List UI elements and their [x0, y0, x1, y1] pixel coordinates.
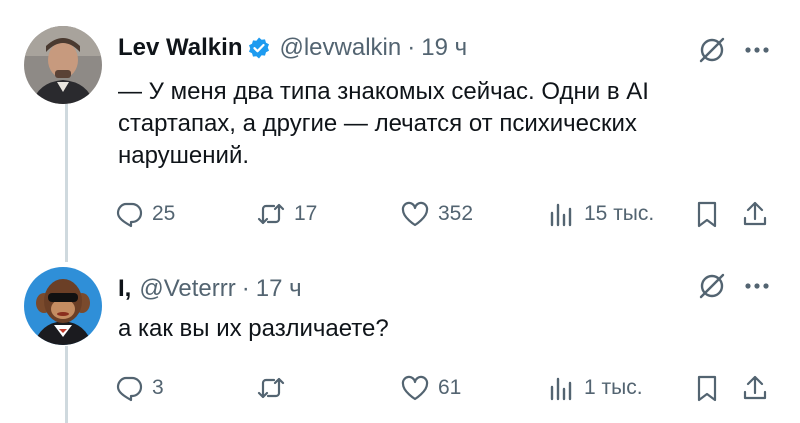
bookmark-button[interactable]	[692, 196, 722, 232]
bookmark-icon	[697, 375, 717, 402]
like-button[interactable]: 352	[400, 196, 473, 232]
repost-button[interactable]: 17	[256, 196, 317, 232]
repost-count: 17	[294, 202, 318, 225]
author-handle[interactable]: @Veterrr	[139, 275, 235, 303]
like-count: 352	[438, 202, 474, 225]
share-button[interactable]	[740, 196, 770, 232]
tweet[interactable]: Lev Walkin @levwalkin · 19 ч — У меня дв…	[0, 0, 800, 262]
like-icon	[401, 375, 429, 401]
author-name[interactable]: I,	[118, 275, 131, 303]
like-icon	[401, 201, 429, 227]
bookmark-icon	[697, 201, 717, 228]
bookmark-button[interactable]	[692, 370, 722, 406]
avatar[interactable]	[24, 26, 102, 104]
share-icon	[743, 375, 767, 400]
view-count: 1 тыс.	[584, 376, 643, 399]
reply-count: 25	[152, 202, 176, 225]
reply-count: 3	[152, 376, 164, 399]
more-options-icon[interactable]	[740, 270, 774, 302]
reply-icon	[116, 376, 143, 402]
share-icon	[743, 201, 767, 226]
timestamp[interactable]: 19 ч	[421, 34, 467, 62]
more-options-icon[interactable]	[740, 34, 774, 66]
like-count: 61	[438, 376, 462, 399]
grok-icon[interactable]	[696, 34, 728, 66]
repost-icon	[257, 377, 285, 399]
tweet-actions: 3 61 1 тыс.	[0, 370, 800, 406]
tweet-header: I, @Veterrr · 17 ч	[118, 275, 302, 303]
tweet-actions: 25 17 352 15 тыс.	[0, 196, 800, 232]
reply-button[interactable]: 3	[114, 370, 164, 406]
avatar-photo	[24, 267, 102, 345]
author-name[interactable]: Lev Walkin	[118, 34, 242, 62]
views-icon	[550, 203, 572, 227]
views-button[interactable]: 1 тыс.	[546, 370, 643, 406]
verified-badge-icon	[247, 36, 271, 60]
tweet-text: — У меня два типа знакомых сейчас. Одни …	[118, 78, 649, 169]
meta-separator: ·	[407, 34, 416, 61]
reply-button[interactable]: 25	[114, 196, 175, 232]
avatar-photo	[24, 26, 102, 104]
tweet[interactable]: I, @Veterrr · 17 ч а как вы их различает…	[0, 262, 800, 423]
views-button[interactable]: 15 тыс.	[546, 196, 654, 232]
grok-icon[interactable]	[696, 270, 728, 302]
repost-icon	[257, 203, 285, 225]
reply-icon	[116, 202, 143, 228]
tweet-header: Lev Walkin @levwalkin · 19 ч	[118, 34, 467, 62]
share-button[interactable]	[740, 370, 770, 406]
repost-button[interactable]	[256, 370, 294, 406]
tweet-text: а как вы их различаете?	[118, 315, 389, 342]
timestamp[interactable]: 17 ч	[256, 275, 302, 303]
view-count: 15 тыс.	[584, 202, 655, 225]
like-button[interactable]: 61	[400, 370, 461, 406]
meta-separator: ·	[241, 275, 250, 302]
author-handle[interactable]: @levwalkin	[279, 34, 401, 62]
views-icon	[550, 377, 572, 401]
avatar[interactable]	[24, 267, 102, 345]
